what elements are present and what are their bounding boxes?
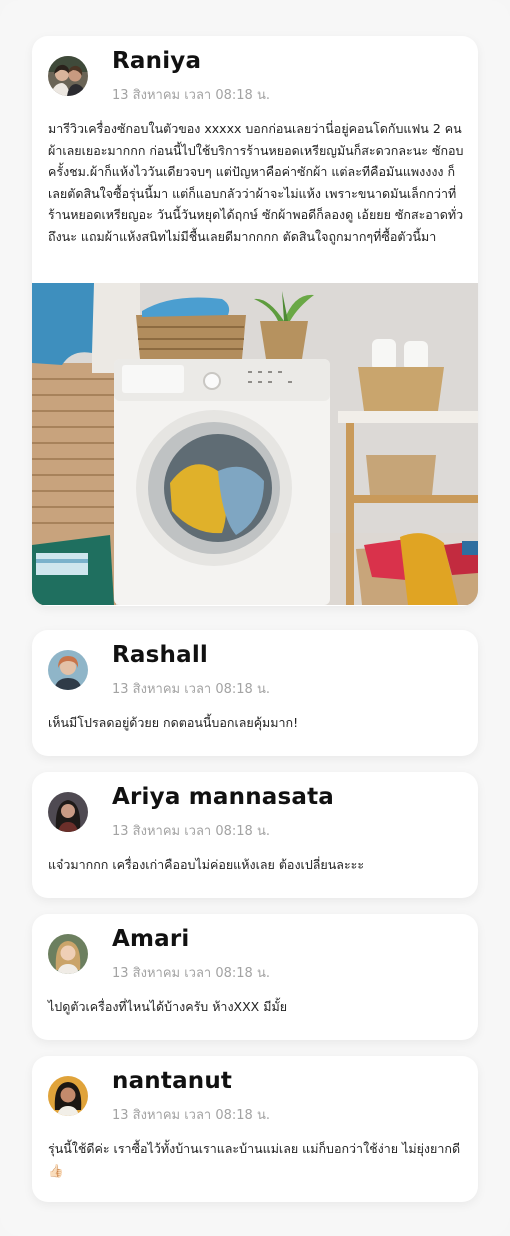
comment-card: Rashall 13 สิงหาคม เวลา 08:18 น. เห็นมีโ… xyxy=(32,630,478,756)
avatar[interactable] xyxy=(48,792,88,832)
avatar[interactable] xyxy=(48,934,88,974)
post-text: มารีวิวเครื่องซักอบในตัวของ xxxxx บอกก่อ… xyxy=(48,121,464,244)
author-name[interactable]: Amari xyxy=(112,926,190,952)
washing-machine-photo xyxy=(32,283,478,605)
post-timestamp: 13 สิงหาคม เวลา 08:18 น. xyxy=(112,88,270,103)
post-timestamp: 13 สิงหาคม เวลา 08:18 น. xyxy=(112,1108,270,1123)
comment-card: Amari 13 สิงหาคม เวลา 08:18 น. ไปดูตัวเค… xyxy=(32,914,478,1040)
author-name[interactable]: nantanut xyxy=(112,1068,232,1094)
author-name[interactable]: Raniya xyxy=(112,48,201,74)
post-text: รุ่นนี้ใช้ดีค่ะ เราซื้อไว้ทั้งบ้านเราและ… xyxy=(48,1141,461,1178)
post-text: ไปดูตัวเครื่องที่ไหนได้บ้างครับ ห้างXXX … xyxy=(48,999,288,1014)
comment-card: Ariya mannasata 13 สิงหาคม เวลา 08:18 น.… xyxy=(32,772,478,898)
review-post: Raniya 13 สิงหาคม เวลา 08:18 น. มารีวิวเ… xyxy=(32,36,478,606)
post-text: แจ๋วมากกก เครื่องเก่าคืออบไม่ค่อยแห้งเลย… xyxy=(48,857,365,872)
review-feed: Raniya 13 สิงหาคม เวลา 08:18 น. มารีวิวเ… xyxy=(0,0,510,1236)
post-timestamp: 13 สิงหาคม เวลา 08:18 น. xyxy=(112,682,270,697)
post-timestamp: 13 สิงหาคม เวลา 08:18 น. xyxy=(112,824,270,839)
avatar[interactable] xyxy=(48,1076,88,1116)
post-timestamp: 13 สิงหาคม เวลา 08:18 น. xyxy=(112,966,270,981)
avatar[interactable] xyxy=(48,56,88,96)
avatar[interactable] xyxy=(48,650,88,690)
author-name[interactable]: Ariya mannasata xyxy=(112,784,334,810)
author-name[interactable]: Rashall xyxy=(112,642,208,668)
comment-card: nantanut 13 สิงหาคม เวลา 08:18 น. รุ่นนี… xyxy=(32,1056,478,1202)
post-text: เห็นมีโปรลดอยู่ด้วยย กดตอนนี้บอกเลยคุ้มม… xyxy=(48,715,299,730)
